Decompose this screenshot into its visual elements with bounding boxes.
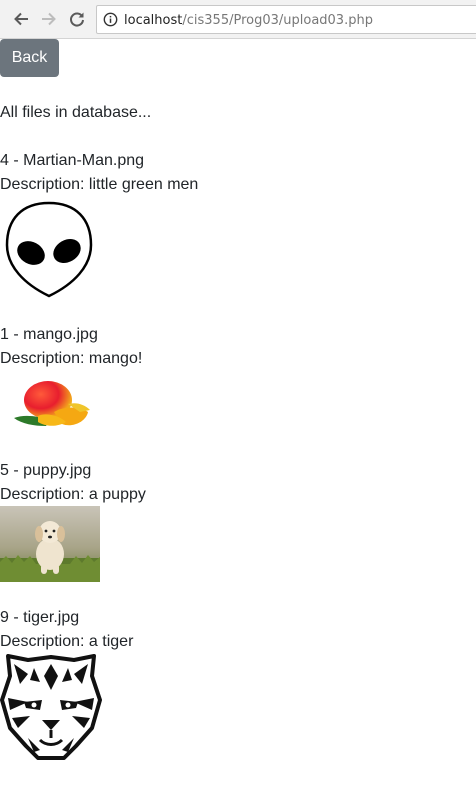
browser-back-icon[interactable] xyxy=(10,8,32,30)
mango-image xyxy=(14,381,90,426)
file-title: 4 - Martian-Man.png xyxy=(0,152,145,169)
browser-forward-icon[interactable] xyxy=(38,8,60,30)
browser-toolbar: localhost/cis355/Prog03/upload03.php xyxy=(0,0,476,39)
file-description: Description: a puppy xyxy=(0,486,146,503)
url-path: /cis355/Prog03/upload03.php xyxy=(182,13,373,28)
file-title: 9 - tiger.jpg xyxy=(0,609,80,626)
browser-reload-icon[interactable] xyxy=(66,8,88,30)
url-text: localhost/cis355/Prog03/upload03.php xyxy=(124,13,373,28)
file-description: Description: little green men xyxy=(0,176,199,193)
file-description: Description: mango! xyxy=(0,350,143,367)
alien-head-icon xyxy=(5,201,93,298)
page-heading: All files in database... xyxy=(0,104,152,121)
info-icon[interactable] xyxy=(103,12,118,27)
tiger-head-icon xyxy=(0,654,102,760)
puppy-photo xyxy=(0,506,100,582)
address-bar[interactable]: localhost/cis355/Prog03/upload03.php xyxy=(96,5,476,34)
url-host: localhost xyxy=(124,13,183,28)
back-button[interactable]: Back xyxy=(0,39,59,77)
file-title: 5 - puppy.jpg xyxy=(0,462,92,479)
file-description: Description: a tiger xyxy=(0,633,134,650)
file-title: 1 - mango.jpg xyxy=(0,326,98,343)
